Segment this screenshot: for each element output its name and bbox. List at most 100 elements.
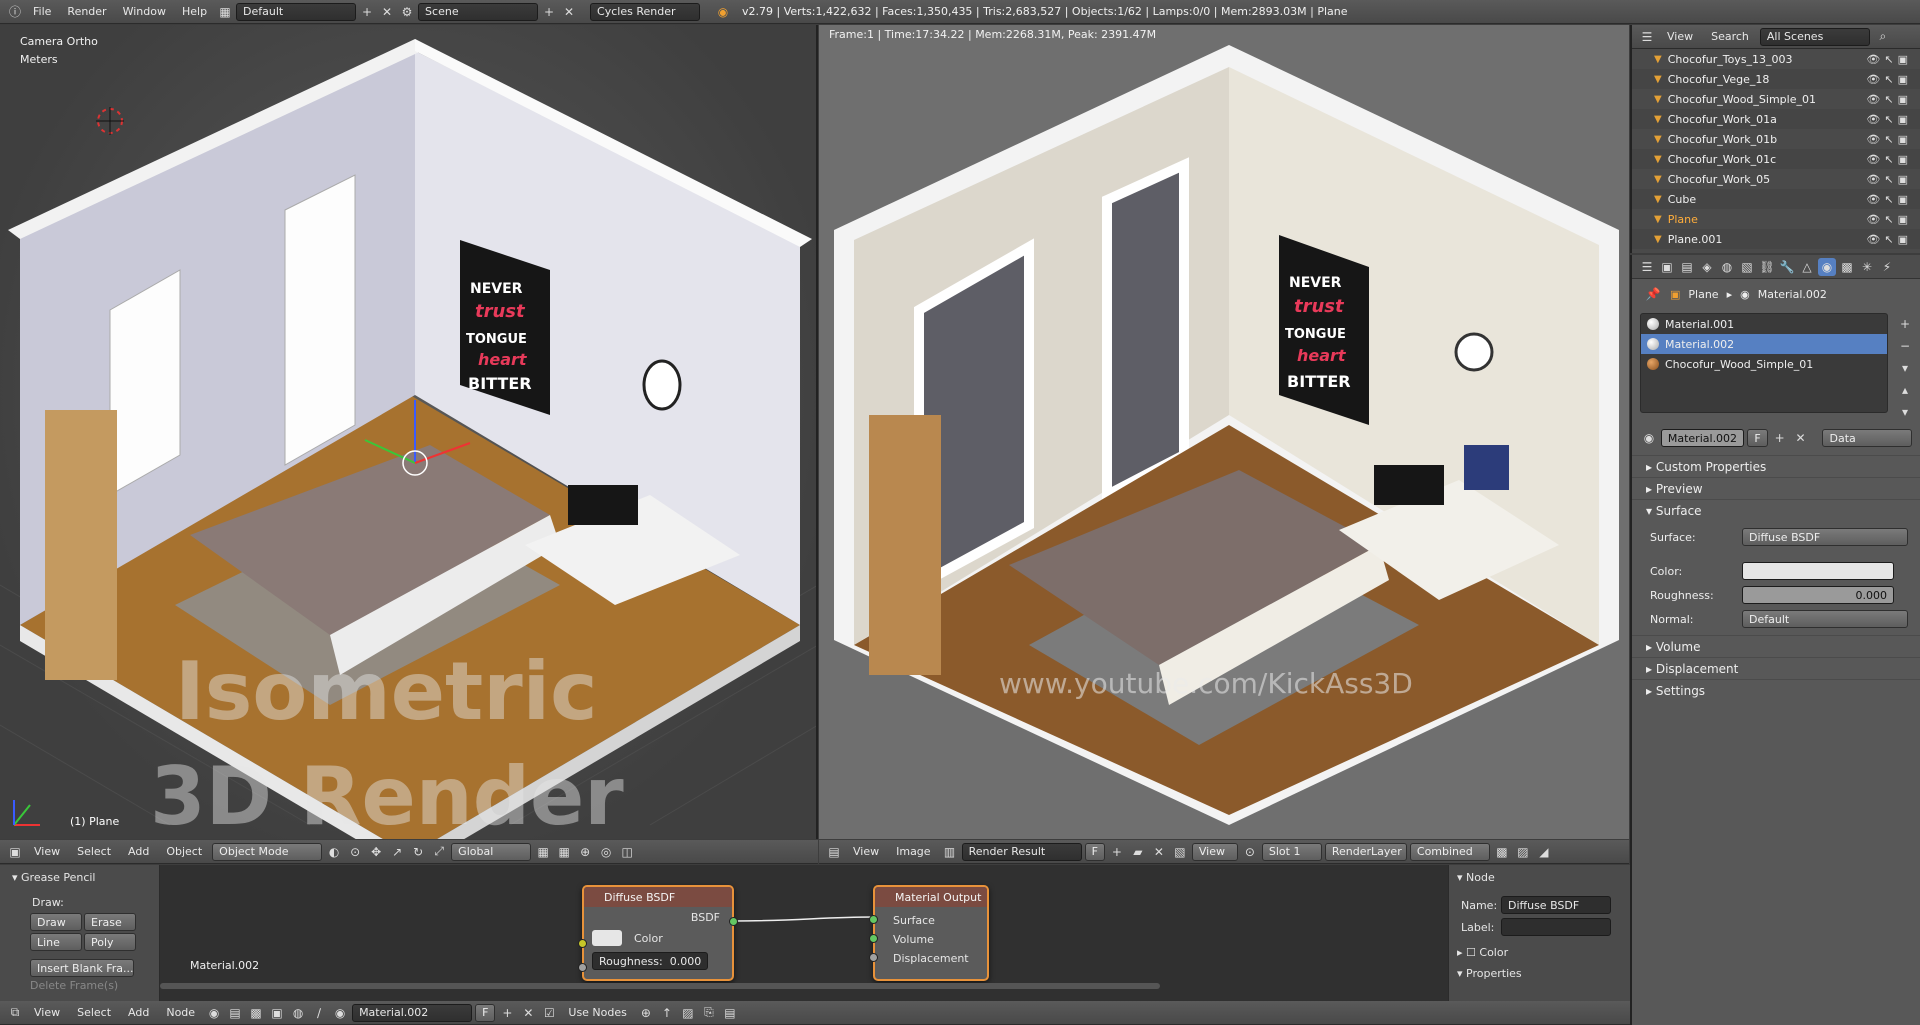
render-tab-icon[interactable]: ▣ (1658, 258, 1676, 276)
unlink-material-icon[interactable]: ✕ (1792, 429, 1810, 447)
material-slot[interactable]: Material.001 (1641, 314, 1887, 334)
copy-node-icon[interactable]: ⎘ (700, 1004, 718, 1022)
outliner-item[interactable]: ▼ Chocofur_Wood_Simple_01 👁↖▣ (1632, 89, 1920, 109)
remove-scene-icon[interactable]: ✕ (560, 3, 578, 21)
view-mode-selector[interactable]: View (1191, 842, 1238, 861)
snap-icon[interactable]: ⊕ (576, 843, 594, 861)
menu-render[interactable]: Render (60, 2, 113, 22)
visibility-icons[interactable]: 👁↖▣ (1866, 213, 1912, 226)
node-properties-panel-header[interactable]: ▾ Properties (1449, 959, 1630, 980)
shading-icon[interactable]: ◐ (325, 843, 343, 861)
parent-node-tree-icon[interactable]: ↑ (658, 1004, 676, 1022)
material-tab-icon[interactable]: ◉ (1818, 257, 1836, 276)
color-input-socket[interactable] (578, 939, 587, 948)
data-tab-icon[interactable]: △ (1798, 258, 1816, 276)
render-pass-selector[interactable]: Combined (1409, 842, 1490, 861)
alpha-icon[interactable]: ▨ (1514, 843, 1532, 861)
node-menu-select[interactable]: Select (70, 1003, 118, 1023)
draw-button[interactable]: Draw (30, 913, 82, 931)
particles-tab-icon[interactable]: ✳ (1858, 258, 1876, 276)
image-editor-type-icon[interactable]: ▤ (825, 843, 843, 861)
pivot-image-icon[interactable]: ⊙ (1241, 843, 1259, 861)
node-color-swatch[interactable] (592, 930, 622, 946)
add-scene-icon[interactable]: + (540, 3, 558, 21)
node-editor-scrollbar[interactable] (160, 983, 1160, 989)
render-engine-selector[interactable]: Cycles Render (590, 2, 701, 21)
snap-node-icon[interactable]: ⊕ (637, 1004, 655, 1022)
manipulator-icon[interactable]: ✥ (367, 843, 385, 861)
new-material-icon[interactable]: + (1771, 429, 1789, 447)
outliner-item[interactable]: ▼ Chocofur_Toys_13_003 👁↖▣ (1632, 49, 1920, 69)
node-editor[interactable]: Material.002 Diffuse BSDF BSDF Color Rou… (160, 865, 1448, 1001)
add-layout-icon[interactable]: + (358, 3, 376, 21)
render-result-view[interactable]: NEVER trust TONGUE heart BITTER Frame:1 … (819, 25, 1629, 839)
normal-selector[interactable]: Default (1742, 610, 1908, 628)
remove-layout-icon[interactable]: ✕ (378, 3, 396, 21)
node-name-field[interactable]: Diffuse BSDF (1501, 896, 1611, 914)
draw-channels-icon[interactable]: ▩ (1493, 843, 1511, 861)
outliner-item[interactable]: ▼ Chocofur_Work_01a 👁↖▣ (1632, 109, 1920, 129)
vp-menu-select[interactable]: Select (70, 842, 118, 862)
visibility-icons[interactable]: 👁↖▣ (1866, 93, 1912, 106)
paste-node-icon[interactable]: ▤ (721, 1004, 739, 1022)
vp-menu-add[interactable]: Add (121, 842, 156, 862)
material-output-node[interactable]: Material Output Surface Volume Displacem… (869, 885, 989, 981)
outliner-item[interactable]: ▼ Chocofur_Vege_18 👁↖▣ (1632, 69, 1920, 89)
node-panel-header[interactable]: ▾ Node (1449, 865, 1630, 884)
image-browse-icon[interactable]: ▥ (941, 843, 959, 861)
image-name-field[interactable]: Render Result (961, 842, 1082, 861)
pin-icon[interactable]: 📌 (1644, 285, 1662, 303)
node-menu-add[interactable]: Add (121, 1003, 156, 1023)
visibility-icons[interactable]: 👁↖▣ (1866, 233, 1912, 246)
node-editor-type-icon[interactable]: ⧉ (6, 1004, 24, 1022)
grease-pencil-panel-header[interactable]: ▾ Grease Pencil (0, 865, 159, 884)
node-roughness-field[interactable]: Roughness: 0.000 (592, 952, 709, 970)
outliner-item[interactable]: ▼ Cube 👁↖▣ (1632, 189, 1920, 209)
material-fake-user-button[interactable]: F (1747, 429, 1768, 447)
fake-user-button[interactable]: F (1084, 842, 1105, 861)
viewport-3d[interactable]: NEVER trust TONGUE heart BITTER Camera O… (0, 25, 818, 839)
rotate-icon[interactable]: ↻ (409, 843, 427, 861)
slot-selector[interactable]: Slot 1 (1261, 842, 1322, 861)
proportional-icon[interactable]: ◎ (597, 843, 615, 861)
scale-icon[interactable]: ⤢ (430, 843, 448, 861)
outliner-item-selected[interactable]: ▼ Plane 👁↖▣ (1632, 209, 1920, 229)
node-color-panel-header[interactable]: ▸ ☐ Color (1449, 936, 1630, 959)
outliner-item[interactable]: ▼ Chocofur_Work_01b 👁↖▣ (1632, 129, 1920, 149)
menu-file[interactable]: File (26, 2, 58, 22)
properties-type-icon[interactable]: ☰ (1638, 258, 1656, 276)
visibility-icons[interactable]: 👁↖▣ (1866, 153, 1912, 166)
material-slot-selected[interactable]: Material.002 (1641, 334, 1887, 354)
node-unlink-material-icon[interactable]: ✕ (519, 1004, 537, 1022)
displacement-input-socket[interactable] (869, 953, 878, 962)
slot-specials-icon[interactable]: ▾ (1896, 359, 1914, 377)
node-label-field[interactable] (1501, 918, 1611, 936)
backdrop-icon[interactable]: ▨ (679, 1004, 697, 1022)
material-browse-icon[interactable]: ◉ (1640, 429, 1658, 447)
panel-volume[interactable]: ▸ Volume (1632, 635, 1920, 657)
info-icon[interactable]: ⓘ (6, 3, 24, 21)
layers-icon[interactable]: ▦ (534, 843, 552, 861)
visibility-icons[interactable]: 👁↖▣ (1866, 193, 1912, 206)
world-shader-icon[interactable]: ◍ (289, 1004, 307, 1022)
node-menu-view[interactable]: View (27, 1003, 67, 1023)
poly-button[interactable]: Poly (84, 933, 136, 951)
material-slot[interactable]: Chocofur_Wood_Simple_01 (1641, 354, 1887, 374)
linestyle-shader-icon[interactable]: ∕ (310, 1004, 328, 1022)
compositing-tree-icon[interactable]: ▤ (226, 1004, 244, 1022)
panel-custom-properties[interactable]: ▸ Custom Properties (1632, 455, 1920, 477)
layers-icon-2[interactable]: ▦ (555, 843, 573, 861)
modifiers-tab-icon[interactable]: 🔧 (1778, 258, 1796, 276)
node-new-material-icon[interactable]: + (498, 1004, 516, 1022)
open-image-icon[interactable]: ▰ (1129, 843, 1147, 861)
render-layer-selector[interactable]: RenderLayer (1324, 842, 1407, 861)
unlink-image-icon[interactable]: ✕ (1150, 843, 1168, 861)
outliner-menu-search[interactable]: Search (1704, 27, 1756, 47)
constraints-tab-icon[interactable]: ⛓ (1758, 258, 1776, 276)
insert-blank-frame-button[interactable]: Insert Blank Fra... (30, 959, 134, 977)
physics-tab-icon[interactable]: ⚡ (1878, 258, 1896, 276)
menu-window[interactable]: Window (116, 2, 173, 22)
object-shader-icon[interactable]: ▣ (268, 1004, 286, 1022)
add-slot-icon[interactable]: + (1896, 315, 1914, 333)
visibility-icons[interactable]: 👁↖▣ (1866, 113, 1912, 126)
